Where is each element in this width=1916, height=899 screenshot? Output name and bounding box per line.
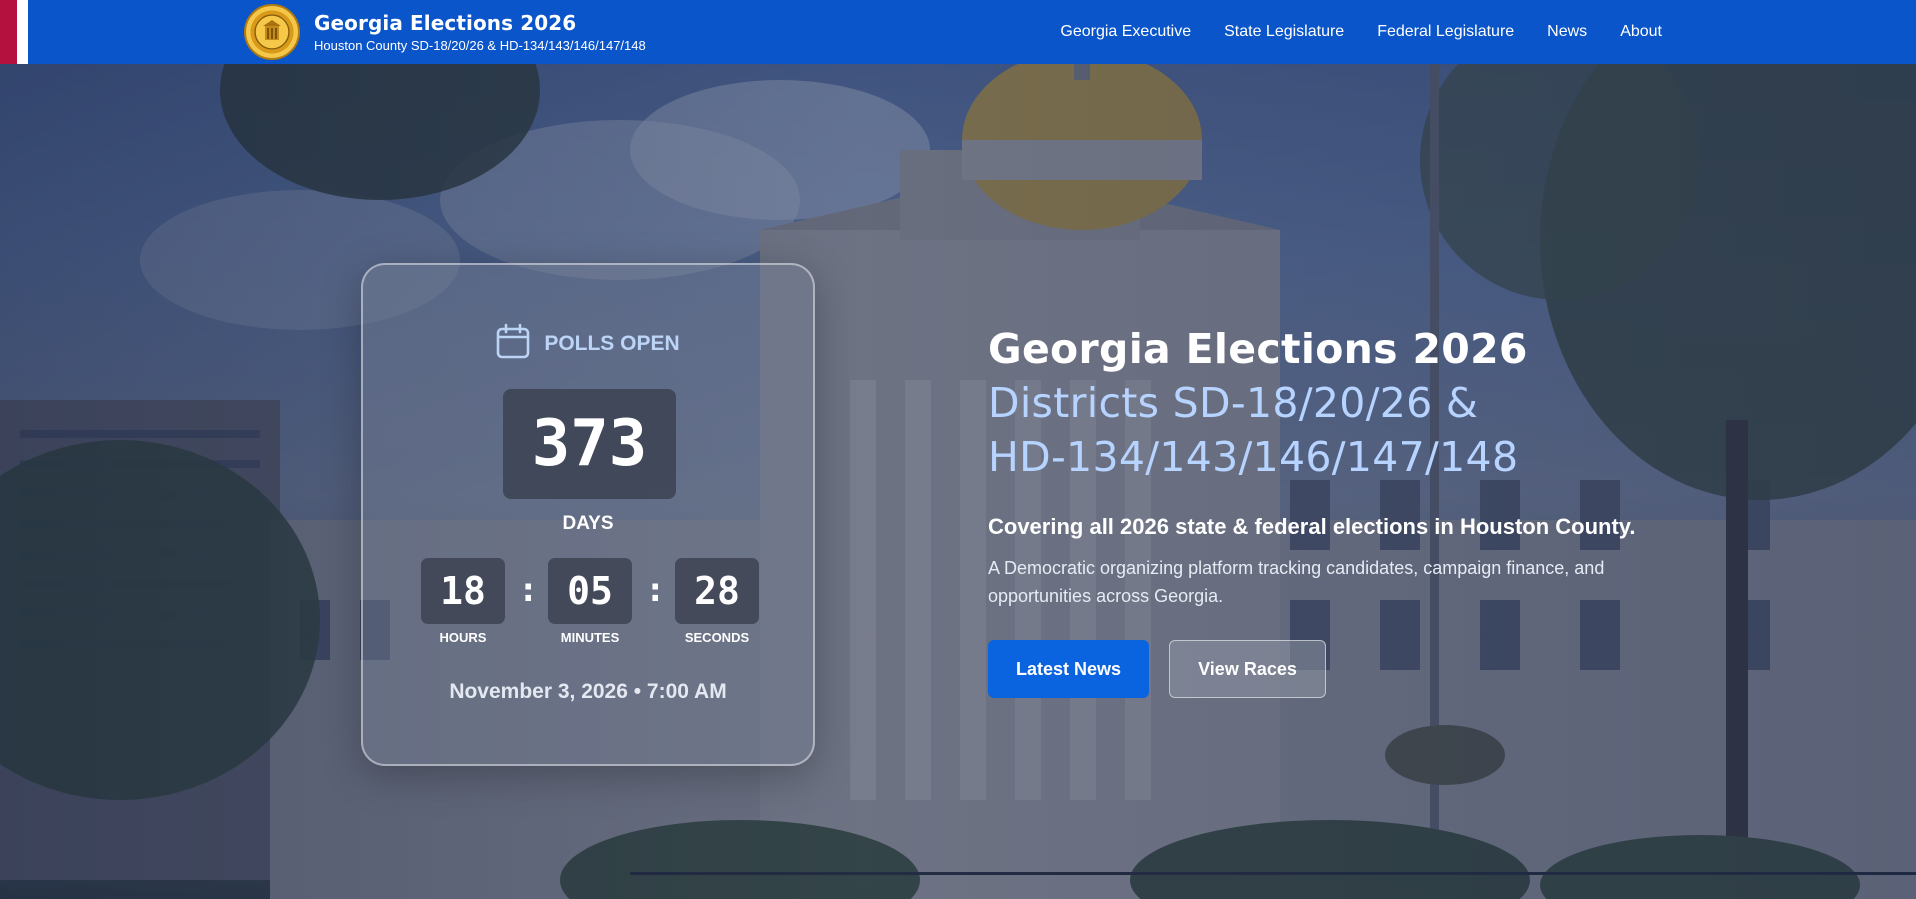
polls-open-label: POLLS OPEN <box>544 331 680 355</box>
hero-description: A Democratic organizing platform trackin… <box>988 558 1605 606</box>
hero-coverage-text: Covering all 2026 state & federal electi… <box>988 514 1636 539</box>
countdown-card: POLLS OPEN 373 DAYS 18 HOURS : 05 MINUTE… <box>361 263 815 766</box>
polls-open-header: POLLS OPEN <box>363 323 813 364</box>
latest-news-button[interactable]: Latest News <box>988 640 1149 698</box>
minutes-label: MINUTES <box>560 630 620 645</box>
seconds-counter: 28 SECONDS <box>675 558 759 645</box>
nav-links: Georgia Executive State Legislature Fede… <box>1060 0 1662 64</box>
days-value: 373 <box>531 407 648 481</box>
brand-title: Georgia Elections 2026 <box>314 11 577 35</box>
brand-subtitle: Houston County SD-18/20/26 & HD-134/143/… <box>314 38 646 53</box>
top-navbar: Georgia Elections 2026 Houston County SD… <box>0 0 1916 64</box>
flag-stripe <box>0 0 38 64</box>
hero-title: Georgia Elections 2026 <box>988 325 1528 373</box>
minutes-counter: 05 MINUTES <box>548 558 632 645</box>
seconds-value: 28 <box>694 569 740 613</box>
minutes-value: 05 <box>567 569 613 613</box>
days-counter: 373 <box>503 389 676 499</box>
nav-link-about[interactable]: About <box>1620 23 1662 41</box>
view-races-button[interactable]: View Races <box>1169 640 1326 698</box>
calendar-icon <box>496 323 530 364</box>
hours-label: HOURS <box>439 630 487 645</box>
hero-buttons: Latest News View Races <box>988 640 1688 698</box>
days-label: DAYS <box>562 513 614 534</box>
time-separator: : <box>645 570 666 610</box>
time-counter-row: 18 HOURS : 05 MINUTES : 28 SECONDS <box>421 558 759 648</box>
hero-text-block: Georgia Elections 2026 Districts SD-18/2… <box>988 322 1688 698</box>
nav-link-state-legislature[interactable]: State Legislature <box>1224 23 1344 41</box>
nav-link-georgia-executive[interactable]: Georgia Executive <box>1060 23 1191 41</box>
time-separator: : <box>518 570 539 610</box>
hours-counter: 18 HOURS <box>421 558 505 645</box>
hero-districts-line-1: Districts SD-18/20/26 & <box>988 379 1479 427</box>
seconds-label: SECONDS <box>684 630 750 645</box>
brand-home-link[interactable]: Georgia Elections 2026 Houston County SD… <box>244 4 646 60</box>
nav-link-federal-legislature[interactable]: Federal Legislature <box>1377 23 1514 41</box>
hours-value: 18 <box>440 569 486 613</box>
election-date: November 3, 2026 • 7:00 AM <box>449 680 727 703</box>
state-seal-icon <box>244 4 300 60</box>
hero-districts-line-2: HD-134/143/146/147/148 <box>988 433 1519 481</box>
nav-link-news[interactable]: News <box>1547 23 1587 41</box>
